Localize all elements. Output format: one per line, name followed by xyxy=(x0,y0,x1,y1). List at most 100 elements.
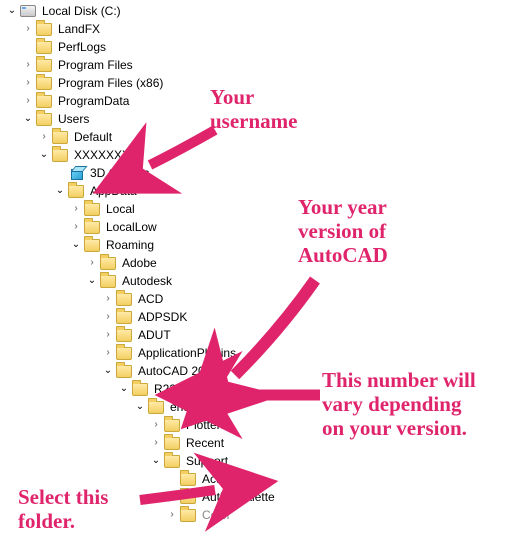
chevron-down-icon[interactable]: ⌄ xyxy=(68,237,84,253)
tree-row[interactable]: › ADPSDK xyxy=(4,308,277,326)
folder-icon xyxy=(164,435,180,451)
tree-row-users[interactable]: ⌄ Users xyxy=(4,110,277,128)
folder-icon xyxy=(180,471,196,487)
chevron-right-icon[interactable]: › xyxy=(20,57,36,73)
chevron-down-icon[interactable]: ⌄ xyxy=(36,147,52,163)
folder-icon xyxy=(36,57,52,73)
tree-row-enu[interactable]: ⌄ enu xyxy=(4,398,277,416)
tree-row[interactable]: › ProgramData xyxy=(4,92,277,110)
tree-row[interactable]: › 3D Objects xyxy=(4,164,277,182)
folder-icon xyxy=(36,111,52,127)
tree-label: Color xyxy=(200,507,233,523)
tree-row[interactable]: › Default xyxy=(4,128,277,146)
tree-label: ProgramData xyxy=(56,93,131,109)
folder-icon xyxy=(116,345,132,361)
tree-label: Program Files xyxy=(56,57,135,73)
chevron-right-icon[interactable]: › xyxy=(84,255,100,271)
chevron-right-icon[interactable]: › xyxy=(148,435,164,451)
chevron-right-icon[interactable]: › xyxy=(20,75,36,91)
tree-label: ADPSDK xyxy=(136,309,189,325)
tree-row-root[interactable]: ⌄ Local Disk (C:) xyxy=(4,2,277,20)
chevron-right-icon[interactable]: › xyxy=(100,345,116,361)
tree-label: Recent xyxy=(184,435,226,451)
folder-icon xyxy=(116,363,132,379)
tree-row[interactable]: › Program Files xyxy=(4,56,277,74)
tree-label: Default xyxy=(72,129,114,145)
tree-label: PerfLogs xyxy=(56,39,108,55)
chevron-down-icon[interactable]: ⌄ xyxy=(100,363,116,379)
tree-row-support[interactable]: ⌄ Support xyxy=(4,452,277,470)
chevron-right-icon[interactable]: › xyxy=(100,291,116,307)
chevron-right-icon[interactable]: › xyxy=(68,201,84,217)
cube-icon xyxy=(68,165,84,181)
tree-row-appdata[interactable]: ⌄ AppData xyxy=(4,182,277,200)
chevron-down-icon[interactable]: ⌄ xyxy=(84,273,100,289)
tree-label: R23.1 xyxy=(152,381,188,397)
folder-icon xyxy=(36,75,52,91)
folder-icon xyxy=(180,507,196,523)
chevron-down-icon[interactable]: ⌄ xyxy=(4,3,20,19)
chevron-right-icon[interactable]: › xyxy=(100,309,116,325)
tree-label: Program Files (x86) xyxy=(56,75,165,91)
tree-row-rversion[interactable]: ⌄ R23.1 xyxy=(4,380,277,398)
tree-label: ApplicationPlugins xyxy=(136,345,238,361)
chevron-right-icon[interactable]: › xyxy=(164,489,180,505)
tree-row[interactable]: › ADUT xyxy=(4,326,277,344)
tree-row[interactable]: › Color xyxy=(4,506,277,524)
tree-row[interactable]: › LocalLow xyxy=(4,218,277,236)
tree-label: XXXXXXX xyxy=(72,147,132,163)
tree-row-username[interactable]: ⌄ XXXXXXX xyxy=(4,146,277,164)
chevron-down-icon[interactable]: ⌄ xyxy=(116,381,132,397)
tree-row-roaming[interactable]: ⌄ Roaming xyxy=(4,236,277,254)
chevron-down-icon[interactable]: ⌄ xyxy=(148,453,164,469)
tree-label: 3D Objects xyxy=(88,165,151,181)
folder-icon xyxy=(100,273,116,289)
tree-row[interactable]: › ApplicationPlugins xyxy=(4,344,277,362)
tree-row[interactable]: › LandFX xyxy=(4,20,277,38)
tree-row[interactable]: › Plotters xyxy=(4,416,277,434)
tree-row[interactable]: › Adobe xyxy=(4,254,277,272)
tree-row-actions[interactable]: › Actions xyxy=(4,470,277,488)
folder-icon xyxy=(84,237,100,253)
tree-label: enu xyxy=(168,399,192,415)
folder-icon xyxy=(84,201,100,217)
chevron-right-icon[interactable]: › xyxy=(20,21,36,37)
tree-label: AuthorPalette xyxy=(200,489,277,505)
folder-icon xyxy=(52,129,68,145)
chevron-right-icon[interactable]: › xyxy=(20,93,36,109)
tree-row[interactable]: › ACD xyxy=(4,290,277,308)
folder-icon xyxy=(116,309,132,325)
tree-row[interactable]: › AuthorPalette xyxy=(4,488,277,506)
tree-label: ACD xyxy=(136,291,165,307)
tree-label: ADUT xyxy=(136,327,173,343)
tree-row[interactable]: › Local xyxy=(4,200,277,218)
chevron-right-icon[interactable]: › xyxy=(164,507,180,523)
tree-row[interactable]: › Recent xyxy=(4,434,277,452)
chevron-right-icon[interactable]: › xyxy=(148,417,164,433)
chevron-blank-icon: › xyxy=(164,471,180,487)
folder-icon xyxy=(132,381,148,397)
tree-row[interactable]: › Program Files (x86) xyxy=(4,74,277,92)
chevron-right-icon[interactable]: › xyxy=(68,219,84,235)
chevron-right-icon[interactable]: › xyxy=(36,129,52,145)
chevron-down-icon[interactable]: ⌄ xyxy=(20,111,36,127)
chevron-down-icon[interactable]: ⌄ xyxy=(132,399,148,415)
chevron-down-icon[interactable]: ⌄ xyxy=(52,183,68,199)
folder-tree: ⌄ Local Disk (C:) › LandFX › PerfLogs › … xyxy=(0,0,277,524)
folder-icon xyxy=(148,399,164,415)
tree-row-acadyear[interactable]: ⌄ AutoCAD 2020 xyxy=(4,362,277,380)
tree-label: Autodesk xyxy=(120,273,174,289)
tree-label: Users xyxy=(56,111,91,127)
chevron-blank-icon: › xyxy=(20,39,36,55)
annotation-number: This number willvary dependingon your ve… xyxy=(322,368,476,440)
folder-icon xyxy=(164,453,180,469)
annotation-yearversion: Your yearversion ofAutoCAD xyxy=(298,195,388,267)
folder-icon xyxy=(36,39,52,55)
tree-row-autodesk[interactable]: ⌄ Autodesk xyxy=(4,272,277,290)
tree-label: Adobe xyxy=(120,255,159,271)
folder-icon xyxy=(52,147,68,163)
chevron-right-icon[interactable]: › xyxy=(100,327,116,343)
folder-icon xyxy=(36,93,52,109)
tree-label: Support xyxy=(184,453,230,469)
tree-row[interactable]: › PerfLogs xyxy=(4,38,277,56)
